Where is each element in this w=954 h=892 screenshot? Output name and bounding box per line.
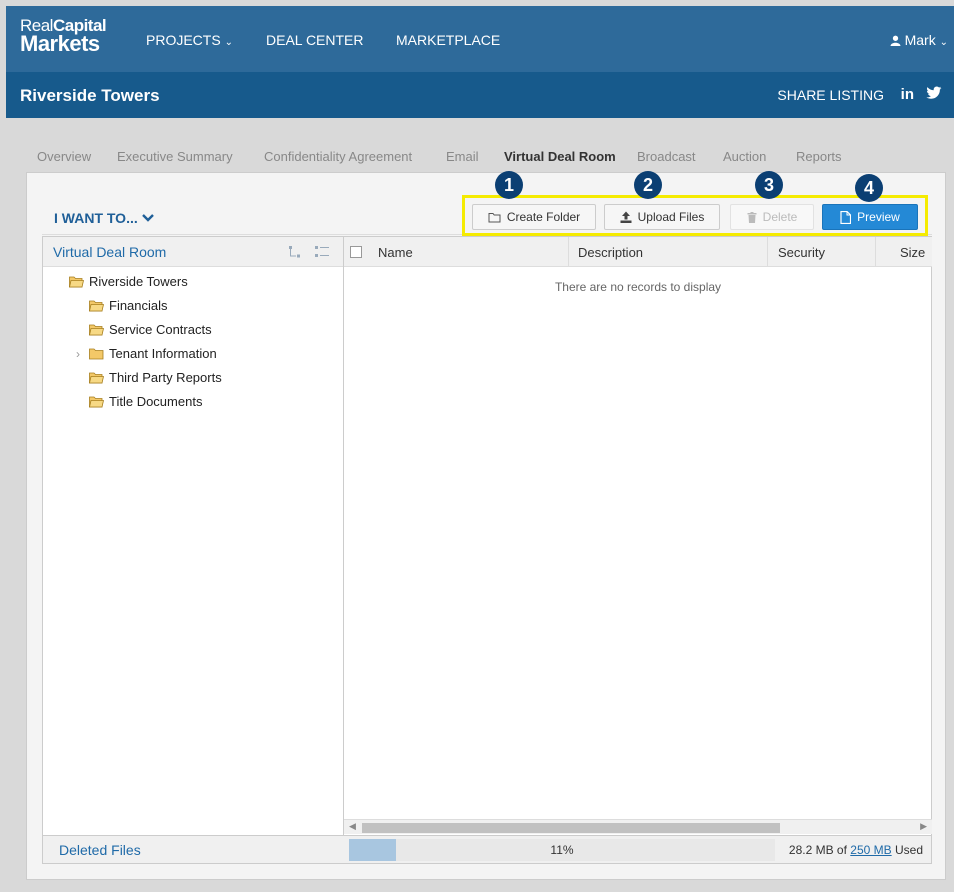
column-header-name[interactable]: Name xyxy=(378,245,413,260)
folder-tree: Virtual Deal Room Riverside Towers Finan… xyxy=(42,236,344,836)
tree-node-label: Third Party Reports xyxy=(109,370,222,385)
upload-icon xyxy=(620,211,632,223)
tree-node-service-contracts[interactable]: Service Contracts xyxy=(89,322,212,337)
tree-node-third-party-reports[interactable]: Third Party Reports xyxy=(89,370,222,385)
logo-text-markets: Markets xyxy=(20,31,100,56)
folder-open-icon xyxy=(89,300,104,311)
delete-label: Delete xyxy=(762,210,798,224)
storage-progress-bar: 11% xyxy=(349,839,775,861)
storage-quota-link[interactable]: 250 MB xyxy=(850,843,891,857)
create-folder-button[interactable]: Create Folder xyxy=(472,204,596,230)
delete-button[interactable]: Delete xyxy=(730,204,814,230)
create-folder-label: Create Folder xyxy=(506,210,581,224)
column-header-size[interactable]: Size xyxy=(900,245,925,260)
folder-outline-icon xyxy=(488,212,501,222)
user-icon xyxy=(890,35,901,46)
tree-node-financials[interactable]: Financials xyxy=(89,298,168,313)
preview-button[interactable]: Preview xyxy=(822,204,918,230)
i-want-to-label: I WANT TO... xyxy=(54,210,138,226)
usage-suffix: Used xyxy=(894,843,923,857)
tab-auction[interactable]: Auction xyxy=(723,149,766,164)
nav-marketplace[interactable]: MARKETPLACE xyxy=(396,32,500,48)
tree-node-tenant-information[interactable]: Tenant Information xyxy=(89,346,217,361)
folder-icon xyxy=(89,348,104,359)
tree-node-root[interactable]: Riverside Towers xyxy=(69,274,188,289)
chevron-down-icon xyxy=(141,214,154,222)
tree-node-label: Title Documents xyxy=(109,394,203,409)
select-all-checkbox[interactable] xyxy=(350,246,362,258)
column-divider[interactable] xyxy=(875,237,876,267)
user-name: Mark xyxy=(904,32,936,48)
scroll-left-icon[interactable]: ◀ xyxy=(349,821,356,832)
document-icon xyxy=(840,210,852,224)
tab-reports[interactable]: Reports xyxy=(796,149,842,164)
storage-progress-label: 11% xyxy=(550,843,574,857)
tab-virtual-deal-room[interactable]: Virtual Deal Room xyxy=(504,149,616,164)
tree-node-title-documents[interactable]: Title Documents xyxy=(89,394,202,409)
folder-open-icon xyxy=(89,372,104,383)
step-badge-2: 2 xyxy=(634,171,662,199)
grid-header: Name Description Security Size xyxy=(344,237,932,267)
column-header-description[interactable]: Description xyxy=(578,245,643,260)
preview-label: Preview xyxy=(857,210,900,224)
chevron-down-icon: ⌄ xyxy=(224,37,233,48)
column-divider[interactable] xyxy=(767,237,768,267)
tree-node-label: Service Contracts xyxy=(109,322,212,337)
share-listing-label: SHARE LISTING xyxy=(777,87,884,103)
folder-open-icon xyxy=(69,276,84,287)
folder-open-icon xyxy=(89,396,104,407)
tree-tools xyxy=(288,245,329,263)
deleted-files-link[interactable]: Deleted Files xyxy=(59,842,141,858)
tree-header: Virtual Deal Room xyxy=(43,237,343,267)
tree-node-label: Tenant Information xyxy=(109,346,217,361)
tab-email[interactable]: Email xyxy=(446,149,479,164)
nav-projects[interactable]: PROJECTS ⌄ xyxy=(146,32,233,48)
empty-grid-message: There are no records to display xyxy=(554,280,722,294)
nav-projects-label: PROJECTS xyxy=(146,32,221,48)
chevron-right-icon[interactable]: › xyxy=(76,347,80,361)
tab-broadcast[interactable]: Broadcast xyxy=(637,149,696,164)
storage-footer: Deleted Files 11% 28.2 MB of 250 MB Used xyxy=(42,836,932,864)
i-want-to-menu[interactable]: I WANT TO... xyxy=(54,210,154,226)
list-view-icon[interactable] xyxy=(315,246,329,258)
tree-title[interactable]: Virtual Deal Room xyxy=(53,244,166,260)
file-grid: Name Description Security Size There are… xyxy=(344,236,932,836)
tab-confidentiality-agreement[interactable]: Confidentiality Agreement xyxy=(264,149,412,164)
tab-executive-summary[interactable]: Executive Summary xyxy=(117,149,233,164)
step-badge-1: 1 xyxy=(495,171,523,199)
tree-node-label: Riverside Towers xyxy=(89,274,188,289)
scroll-right-icon[interactable]: ▶ xyxy=(920,821,927,832)
column-header-security[interactable]: Security xyxy=(778,245,825,260)
chevron-down-icon: ⌄ xyxy=(939,37,948,48)
top-nav: RealCapital Markets PROJECTS ⌄ DEAL CENT… xyxy=(6,6,954,72)
upload-files-button[interactable]: Upload Files xyxy=(604,204,720,230)
nav-deal-center[interactable]: DEAL CENTER xyxy=(266,32,364,48)
tree-node-label: Financials xyxy=(109,298,168,313)
page-title: Riverside Towers xyxy=(20,86,160,105)
step-badge-4: 4 xyxy=(855,174,883,202)
usage-amount: 28.2 MB of xyxy=(788,843,847,857)
trash-icon xyxy=(747,211,757,223)
folder-open-icon xyxy=(89,324,104,335)
step-badge-3: 3 xyxy=(755,171,783,199)
upload-files-label: Upload Files xyxy=(637,210,705,224)
storage-usage: 28.2 MB of 250 MB Used xyxy=(789,843,923,857)
user-menu[interactable]: Mark ⌄ xyxy=(890,32,948,48)
horizontal-scrollbar[interactable]: ◀ ▶ xyxy=(344,819,932,834)
tab-overview[interactable]: Overview xyxy=(37,149,91,164)
logo[interactable]: RealCapital Markets xyxy=(20,17,107,56)
tree-view-icon[interactable] xyxy=(288,246,303,258)
linkedin-icon[interactable]: in xyxy=(901,86,914,103)
column-divider[interactable] xyxy=(568,237,569,267)
scrollbar-thumb[interactable] xyxy=(362,823,780,833)
listing-title-bar: Riverside Towers SHARE LISTING in xyxy=(6,72,954,118)
twitter-icon[interactable] xyxy=(926,86,942,100)
